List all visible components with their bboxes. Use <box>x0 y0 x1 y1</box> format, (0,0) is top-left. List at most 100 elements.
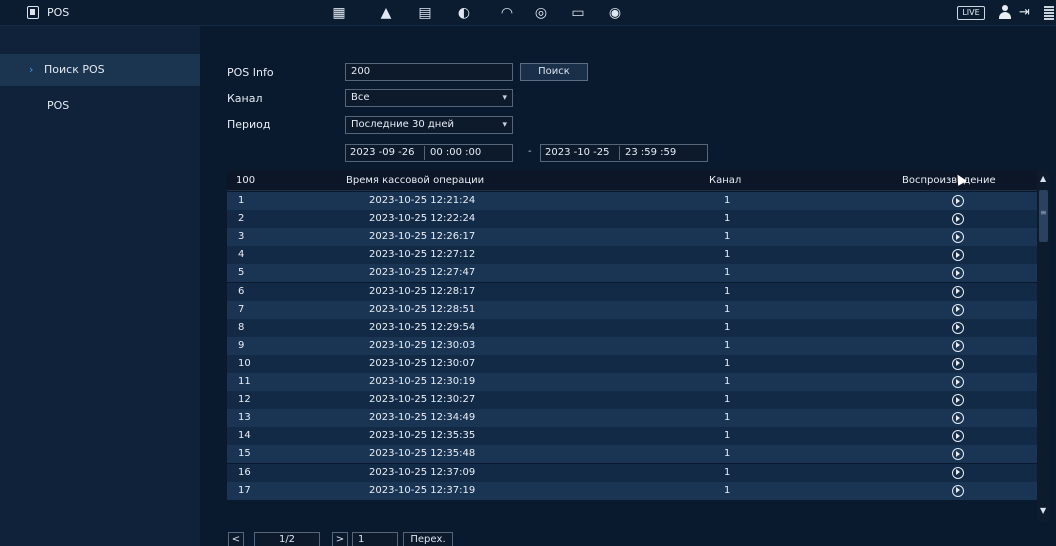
play-icon[interactable] <box>952 448 964 461</box>
speaker-icon[interactable]: ◉ <box>606 4 624 22</box>
column-header-playback[interactable]: Воспроизведение <box>902 172 996 190</box>
play-icon[interactable] <box>952 249 964 262</box>
scroll-up-icon[interactable]: ▲ <box>1040 174 1046 183</box>
goto-page-input[interactable]: 1 <box>352 532 398 546</box>
play-icon[interactable] <box>952 267 964 280</box>
column-header-channel[interactable]: Канал <box>709 172 741 190</box>
row-transaction-time: 2023-10-25 12:30:03 <box>369 339 476 351</box>
row-transaction-time: 2023-10-25 12:27:12 <box>369 249 476 261</box>
row-number: 8 <box>238 321 245 333</box>
start-time-input[interactable]: 00 :00 :00 <box>430 145 481 161</box>
row-number: 1 <box>238 195 245 206</box>
pos-icon[interactable]: ▤ <box>416 4 434 22</box>
row-number: 15 <box>238 448 251 460</box>
column-header-number[interactable]: 100 <box>236 172 255 190</box>
table-row[interactable]: 9 2023-10-25 12:30:03 1 <box>227 336 1037 355</box>
row-number: 11 <box>238 376 251 387</box>
table-row[interactable]: 6 2023-10-25 12:28:17 1 <box>227 282 1037 301</box>
scroll-down-icon[interactable]: ▼ <box>1040 506 1046 515</box>
play-icon[interactable] <box>952 339 964 352</box>
sidebar-item-pos-search[interactable]: › Поиск POS <box>0 54 200 86</box>
end-time-input[interactable]: 23 :59 :59 <box>625 145 676 161</box>
play-icon[interactable] <box>952 195 964 207</box>
pos-results-table: 100 Время кассовой операции Канал Воспро… <box>227 171 1037 521</box>
row-channel: 1 <box>724 267 731 279</box>
row-transaction-time: 2023-10-25 12:30:07 <box>369 357 476 369</box>
menu-grid-icon[interactable] <box>1044 6 1054 20</box>
channel-label: Канал <box>227 92 263 105</box>
channel-select[interactable]: Все <box>345 89 513 107</box>
film-icon[interactable]: ▦ <box>330 4 348 22</box>
play-icon[interactable] <box>952 376 964 388</box>
face-icon[interactable]: ◐ <box>455 4 473 22</box>
row-channel: 1 <box>724 484 731 496</box>
play-icon[interactable] <box>952 412 964 425</box>
search-button[interactable]: Поиск <box>520 63 588 81</box>
play-icon[interactable] <box>952 285 964 298</box>
row-channel: 1 <box>724 303 731 315</box>
date-range-separator: - <box>528 146 532 157</box>
row-number: 4 <box>238 249 245 261</box>
target-icon[interactable]: ◎ <box>532 4 550 22</box>
logout-icon[interactable]: ⇥ <box>1019 4 1037 22</box>
table-row[interactable]: 8 2023-10-25 12:29:54 1 <box>227 318 1037 337</box>
play-icon[interactable] <box>952 430 964 443</box>
top-bar: POS ▦ ▲ ▤ ◐ ◠ ◎ ▭ ◉ LIVE ⇥ <box>0 0 1056 26</box>
row-channel: 1 <box>724 466 731 478</box>
table-row[interactable]: 17 2023-10-25 12:37:19 1 <box>227 481 1037 500</box>
play-icon[interactable] <box>952 357 964 370</box>
play-icon[interactable] <box>952 466 964 479</box>
monitor-icon[interactable]: ▭ <box>569 4 587 22</box>
column-header-time[interactable]: Время кассовой операции <box>346 172 484 190</box>
gauge-icon[interactable]: ◠ <box>498 4 516 22</box>
table-row[interactable]: 14 2023-10-25 12:35:35 1 <box>227 427 1037 446</box>
sidebar: › Поиск POS POS <box>0 26 200 546</box>
table-row[interactable]: 1 2023-10-25 12:21:24 1 <box>227 192 1037 210</box>
table-row[interactable]: 12 2023-10-25 12:30:27 1 <box>227 391 1037 410</box>
play-icon[interactable] <box>952 213 964 226</box>
start-date-input[interactable]: 2023 -09 -26 <box>350 145 414 161</box>
user-icon[interactable] <box>998 5 1012 20</box>
table-row[interactable]: 7 2023-10-25 12:28:51 1 <box>227 300 1037 319</box>
table-row[interactable]: 11 2023-10-25 12:30:19 1 <box>227 373 1037 391</box>
row-number: 17 <box>238 484 251 496</box>
sidebar-item-pos[interactable]: POS <box>0 90 200 122</box>
end-date-input[interactable]: 2023 -10 -25 <box>545 145 609 161</box>
play-icon[interactable] <box>952 394 964 407</box>
play-icon[interactable] <box>952 303 964 316</box>
table-row[interactable]: 4 2023-10-25 12:27:12 1 <box>227 246 1037 265</box>
next-page-button[interactable]: > <box>332 532 348 546</box>
table-row[interactable]: 2 2023-10-25 12:22:24 1 <box>227 210 1037 229</box>
table-row[interactable]: 5 2023-10-25 12:27:47 1 <box>227 264 1037 283</box>
row-number: 12 <box>238 394 251 406</box>
play-icon[interactable] <box>952 484 964 497</box>
row-transaction-time: 2023-10-25 12:28:17 <box>369 285 476 297</box>
app-title: POS <box>47 6 70 19</box>
scrollbar-thumb[interactable] <box>1039 190 1048 242</box>
goto-page-button[interactable]: Перех. <box>403 532 453 546</box>
row-channel: 1 <box>724 321 731 333</box>
field-divider <box>619 146 620 160</box>
row-number: 5 <box>238 267 245 279</box>
row-transaction-time: 2023-10-25 12:37:09 <box>369 466 476 478</box>
end-datetime-field[interactable]: 2023 -10 -25 23 :59 :59 <box>540 144 708 162</box>
table-row[interactable]: 16 2023-10-25 12:37:09 1 <box>227 463 1037 482</box>
table-row[interactable]: 15 2023-10-25 12:35:48 1 <box>227 445 1037 464</box>
period-select[interactable]: Последние 30 дней <box>345 116 513 134</box>
table-row[interactable]: 10 2023-10-25 12:30:07 1 <box>227 354 1037 373</box>
row-transaction-time: 2023-10-25 12:21:24 <box>369 195 476 206</box>
row-transaction-time: 2023-10-25 12:35:35 <box>369 430 476 442</box>
table-row[interactable]: 13 2023-10-25 12:34:49 1 <box>227 409 1037 428</box>
start-datetime-field[interactable]: 2023 -09 -26 00 :00 :00 <box>345 144 513 162</box>
live-button[interactable]: LIVE <box>957 6 985 20</box>
row-transaction-time: 2023-10-25 12:27:47 <box>369 267 476 279</box>
table-row[interactable]: 3 2023-10-25 12:26:17 1 <box>227 228 1037 247</box>
prev-page-button[interactable]: < <box>228 532 244 546</box>
pos-info-input[interactable]: 200 <box>345 63 513 81</box>
period-label: Период <box>227 118 271 131</box>
row-number: 16 <box>238 466 251 478</box>
row-channel: 1 <box>724 448 731 460</box>
play-icon[interactable] <box>952 231 964 244</box>
alarm-light-icon[interactable]: ▲ <box>377 4 395 22</box>
play-icon[interactable] <box>952 321 964 334</box>
